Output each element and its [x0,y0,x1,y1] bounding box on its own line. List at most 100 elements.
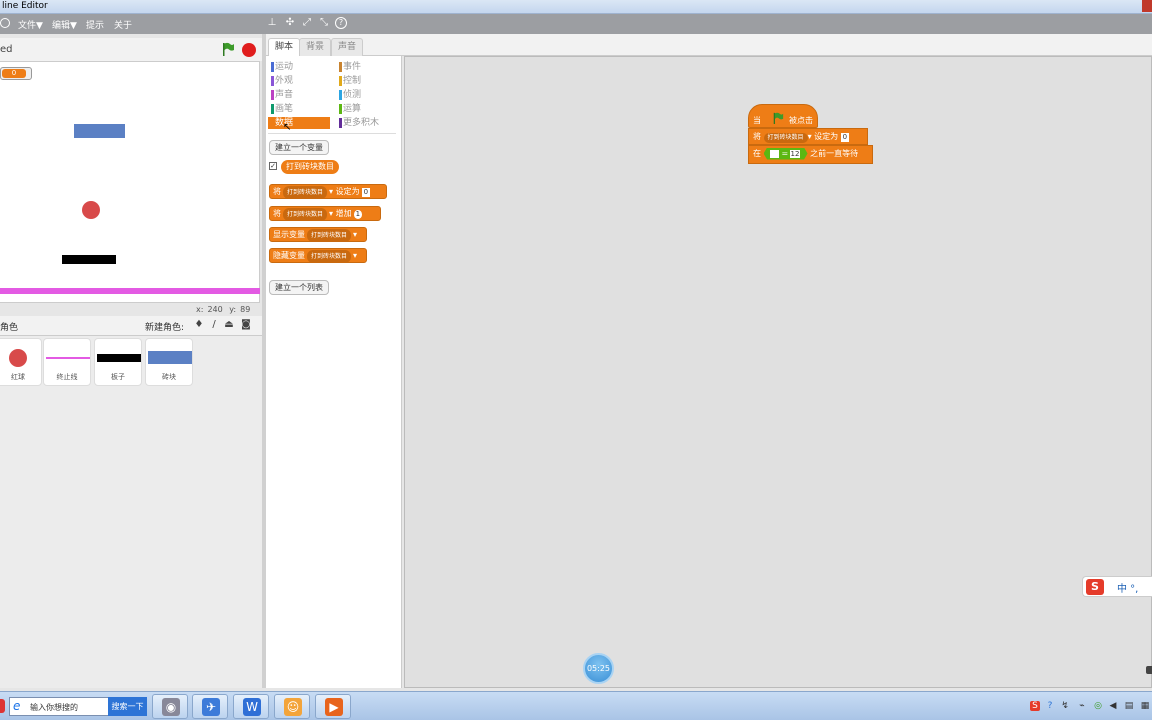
taskbar-app-wps[interactable]: W [233,694,269,719]
category-pen[interactable]: 画笔 [268,103,330,115]
mouse-y: 89 [240,305,251,314]
network-tray-icon[interactable]: ⌁ [1077,701,1087,711]
pin-tray-icon[interactable]: ↯ [1060,701,1070,711]
search-button[interactable]: 搜索一下 [108,697,147,716]
brick-thumbnail [148,351,192,364]
help-icon[interactable]: ? [335,17,347,29]
mouse-cursor-icon: ↖ [283,122,292,133]
make-list-button[interactable]: 建立一个列表 [269,280,329,295]
media-player-icon: ▶ [325,698,343,716]
equals-condition[interactable]: = 12 [763,147,808,160]
delete-scissors-icon[interactable]: ✣ [284,17,296,29]
paint-brush-icon[interactable]: / [208,319,220,331]
variable-reporter-block[interactable]: 打到砖块数目 [281,160,339,174]
ime-toolbar[interactable]: S 中 °, [1082,576,1152,597]
sprite-tile-paddle[interactable]: 板子 [94,338,142,386]
brick-sprite[interactable] [74,124,125,138]
category-sound[interactable]: 声音 [268,89,330,101]
change-variable-block[interactable]: 将打到砖块数目 ▾ 增加 1 [269,206,381,221]
grow-icon[interactable]: ⤢ [301,17,313,29]
category-more-blocks[interactable]: 更多积木 [336,117,398,129]
variable-monitor-value: 0 [2,69,26,78]
when-flag-clicked-block[interactable]: 当 被点击 [748,104,818,128]
recording-timer: 05:25 [583,653,614,684]
paddle-thumbnail [97,354,141,362]
menu-file[interactable]: 文件▼ [18,18,43,31]
zoom-out-icon[interactable] [1146,666,1152,674]
set-variable-block[interactable]: 将打到砖块数目 ▾ 设定为 0 [269,184,387,199]
bird-icon: ✈ [202,698,220,716]
clock-tray-icon[interactable]: ▦ [1140,701,1150,711]
category-data[interactable]: 数据 [268,117,330,129]
variable-show-checkbox[interactable]: ✓ [269,162,277,170]
ime-mode: 中 °, [1117,584,1139,595]
sprite-tile-label: 板子 [111,373,125,381]
shrink-icon[interactable]: ⤡ [318,17,330,29]
hide-variable-block[interactable]: 隐藏变量 打到砖块数目 ▾ [269,248,367,263]
sprite-tile-label: 终止线 [56,373,78,381]
paddle-sprite[interactable] [62,255,116,264]
green-flag-icon[interactable] [221,42,235,56]
sprite-tile-ball[interactable]: 红球 [0,338,42,386]
taskbar-app-player[interactable]: ▶ [315,694,351,719]
start-button-icon[interactable] [0,699,5,713]
stage[interactable]: 0 [0,61,260,303]
menu-tips[interactable]: 提示 [86,18,104,31]
show-variable-block[interactable]: 显示变量 打到砖块数目 ▾ [269,227,367,242]
menu-about[interactable]: 关于 [114,18,132,31]
sprite-tile-brick[interactable]: 砖块 [145,338,193,386]
sprite-tile-label: 红球 [11,373,25,381]
app-icon: ◉ [162,698,180,716]
project-name: ed [0,44,13,55]
sprites-label: 角色 [0,323,19,333]
taskbar-app-scratch[interactable]: ☺ [274,694,310,719]
tab-sounds[interactable]: 声音 [331,38,364,56]
window-title-bar: line Editor [0,0,1152,14]
security-tray-icon[interactable]: ◎ [1093,701,1103,711]
mouse-x: 240 [207,305,223,314]
window-close-button[interactable] [1142,0,1152,12]
search-input[interactable]: 输入你想搜的 [30,702,78,713]
menu-edit[interactable]: 编辑▼ [52,18,77,31]
palette-separator [268,133,396,134]
category-sensing[interactable]: 侦测 [336,89,398,101]
sprite-list: 红球 终止线 板子 砖块 [0,336,262,688]
volume-tray-icon[interactable]: ◀ [1108,701,1118,711]
ball-thumbnail [9,349,27,367]
category-motion[interactable]: 运动 [268,61,330,73]
category-operators[interactable]: 运算 [336,103,398,115]
window-title: line Editor [2,1,48,11]
taskbar: e 输入你想搜的 搜索一下 ◉ ✈ W ☺ ▶ S ? ↯ ⌁ ◎ ◀ ▤ ▦ [0,691,1152,720]
stop-button[interactable] [242,43,256,57]
upload-icon[interactable]: ⏏ [223,319,235,331]
sprite-tile-label: 砖块 [162,373,176,381]
sogou-tray-icon[interactable]: S [1030,701,1040,711]
sprite-tile-end-line[interactable]: 终止线 [43,338,91,386]
scratch-cat-icon: ☺ [284,698,302,716]
category-control[interactable]: 控制 [336,75,398,87]
camera-icon[interactable]: ◙ [240,319,252,331]
tab-scripts[interactable]: 脚本 [268,38,301,56]
tab-backdrops[interactable]: 背景 [299,38,332,56]
green-flag-icon [773,112,784,124]
category-events[interactable]: 事件 [336,61,398,73]
variable-monitor[interactable]: 0 [0,67,32,80]
make-variable-button[interactable]: 建立一个变量 [269,140,329,155]
ball-sprite[interactable] [82,201,100,219]
taskbar-app-1[interactable]: ◉ [152,694,188,719]
mouse-coordinates: x: 240 y: 89 [196,305,251,314]
script-set-variable-block[interactable]: 将 打到砖块数目 ▾ 设定为 0 [748,128,868,145]
taskbar-app-2[interactable]: ✈ [192,694,228,719]
search-box[interactable]: e 输入你想搜的 搜索一下 [9,697,147,716]
end-line-thumbnail [46,357,90,359]
sprite-library-icon[interactable]: ♦ [193,319,205,331]
language-globe-icon[interactable] [0,18,10,28]
duplicate-stamp-icon[interactable]: ⊥ [266,17,278,29]
help-tray-icon[interactable]: ? [1045,701,1055,711]
category-looks[interactable]: 外观 [268,75,330,87]
battery-tray-icon[interactable]: ▤ [1124,701,1134,711]
script-wait-until-block[interactable]: 在 = 12 之前一直等待 [748,145,873,164]
new-sprite-label: 新建角色: [145,323,185,333]
editor-tabs: 脚本 背景 声音 [266,34,1152,56]
end-line-sprite[interactable] [0,288,260,294]
